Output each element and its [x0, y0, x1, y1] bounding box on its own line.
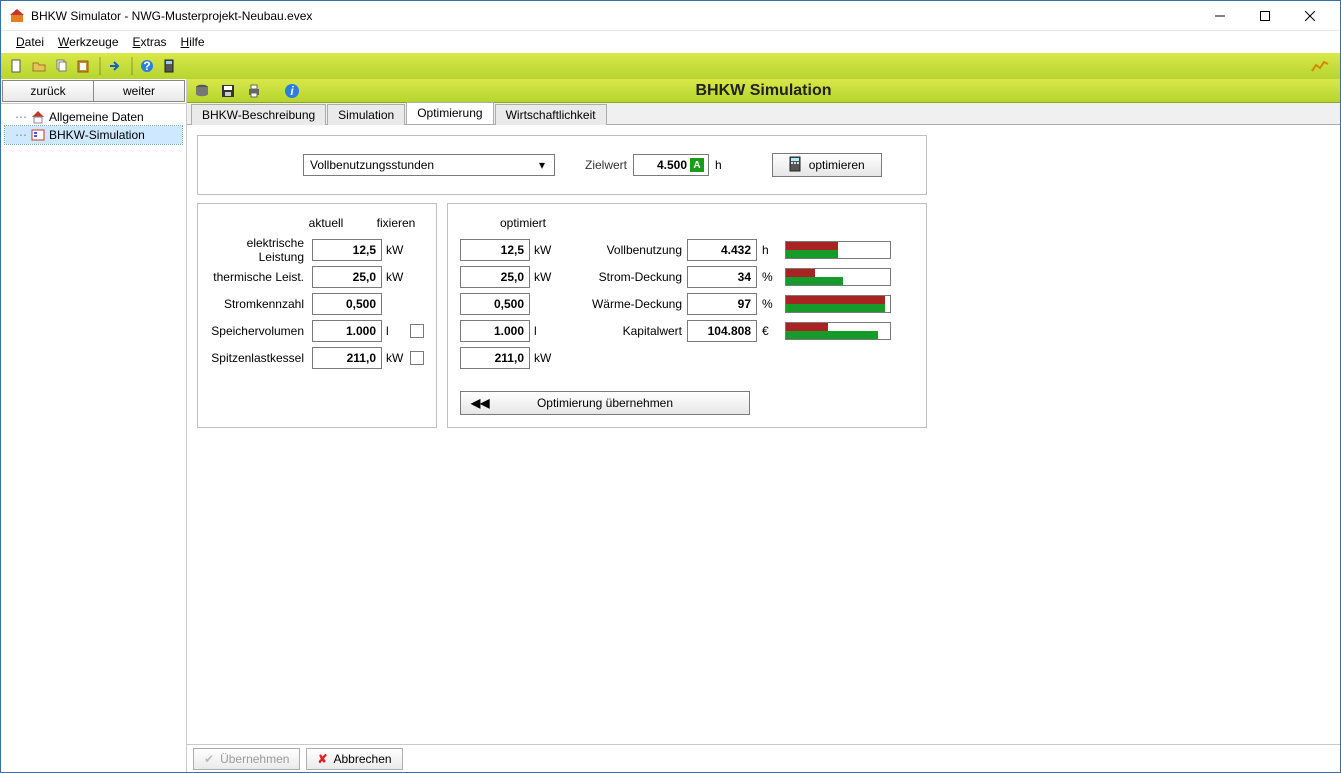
value-input[interactable]: 1.000: [312, 320, 382, 342]
header-optimiert: optimiert: [500, 216, 546, 230]
cancel-button[interactable]: ✘ Abbrechen: [306, 748, 402, 770]
tree-node-bhkw-simulation[interactable]: ⋯ BHKW-Simulation: [5, 126, 182, 144]
auto-badge-icon: A: [690, 158, 704, 172]
window-title: BHKW Simulator - NWG-Musterprojekt-Neuba…: [31, 9, 1197, 23]
result-value: 104.808: [687, 320, 757, 342]
calculator-icon[interactable]: [159, 56, 179, 76]
fix-checkbox[interactable]: [410, 351, 424, 365]
main-area: i BHKW Simulation BHKW-Beschreibung Simu…: [187, 79, 1340, 772]
comparison-bar: [785, 322, 891, 340]
db-icon[interactable]: [191, 81, 213, 101]
footer: ✔ Übernehmen ✘ Abbrechen: [187, 744, 1340, 772]
save-icon[interactable]: [217, 81, 239, 101]
forward-button[interactable]: weiter: [93, 80, 185, 102]
toolbar-separator: [99, 57, 101, 75]
tab-content: Vollbenutzungsstunden ▾ Zielwert 4.500 A…: [187, 125, 1340, 744]
result-value: 4.432: [687, 239, 757, 261]
opt-value: 25,0: [460, 266, 530, 288]
menu-werkzeuge[interactable]: Werkzeuge: [51, 33, 125, 51]
sidebar: zurück weiter ⋯ Allgemeine Daten ⋯ BHKW-…: [1, 79, 187, 772]
open-file-icon[interactable]: [29, 56, 49, 76]
info-icon[interactable]: i: [281, 81, 303, 101]
current-values-panel: aktuell fixieren elektrische Leistung 12…: [197, 203, 437, 428]
tree-node-label: BHKW-Simulation: [49, 128, 145, 142]
house-icon: [31, 110, 45, 124]
criteria-dropdown[interactable]: Vollbenutzungsstunden ▾: [303, 154, 555, 176]
comparison-bar: [785, 268, 891, 286]
minimize-button[interactable]: [1197, 2, 1242, 30]
value-input[interactable]: 211,0: [312, 347, 382, 369]
header-aktuell: aktuell: [298, 216, 354, 230]
back-button[interactable]: zurück: [2, 80, 94, 102]
opt-value: 0,500: [460, 293, 530, 315]
tree-node-label: Allgemeine Daten: [49, 110, 144, 124]
optimize-button[interactable]: optimieren: [772, 153, 882, 177]
maximize-button[interactable]: [1242, 2, 1287, 30]
menu-hilfe[interactable]: Hilfe: [174, 33, 212, 51]
value-input[interactable]: 25,0: [312, 266, 382, 288]
optimized-values-panel: optimiert 12,5kW 25,0kW 0,500 1.000l 211…: [447, 203, 927, 428]
zielwert-unit: h: [715, 158, 722, 172]
new-file-icon[interactable]: [7, 56, 27, 76]
opt-value: 211,0: [460, 347, 530, 369]
row-stromkennzahl: Stromkennzahl 0,500: [210, 290, 424, 317]
value-input[interactable]: 12,5: [312, 239, 382, 261]
dropdown-value: Vollbenutzungsstunden: [310, 158, 536, 172]
menubar: Datei Werkzeuge Extras Hilfe: [1, 31, 1340, 53]
tab-wirtschaftlichkeit[interactable]: Wirtschaftlichkeit: [495, 104, 607, 125]
tab-bhkw-beschreibung[interactable]: BHKW-Beschreibung: [191, 104, 326, 125]
tree-node-allgemeine-daten[interactable]: ⋯ Allgemeine Daten: [5, 108, 182, 126]
rewind-icon: ◀◀: [471, 396, 489, 410]
optimization-criteria-panel: Vollbenutzungsstunden ▾ Zielwert 4.500 A…: [197, 135, 927, 195]
comparison-bar: [785, 241, 891, 259]
zielwert-input[interactable]: 4.500 A: [633, 154, 709, 176]
export-icon[interactable]: [105, 56, 125, 76]
value-input[interactable]: 0,500: [312, 293, 382, 315]
fix-checkbox[interactable]: [410, 324, 424, 338]
check-icon: ✔: [204, 752, 214, 766]
apply-button[interactable]: ✔ Übernehmen: [193, 748, 300, 770]
module-icon: [31, 128, 45, 142]
header-fixieren: fixieren: [374, 216, 418, 230]
result-waerme-deckung: Wärme-Deckung 97 %: [590, 290, 914, 317]
app-icon: [9, 8, 25, 24]
copy-icon[interactable]: [51, 56, 71, 76]
print-icon[interactable]: [243, 81, 265, 101]
result-value: 97: [687, 293, 757, 315]
section-title: BHKW Simulation: [187, 82, 1340, 100]
zielwert-label: Zielwert: [585, 158, 627, 172]
comparison-bar: [785, 295, 891, 313]
toolbar-separator: [131, 57, 133, 75]
toolbar: ?: [1, 53, 1340, 79]
row-speichervolumen: Speichervolumen 1.000 l: [210, 317, 424, 344]
help-icon[interactable]: ?: [137, 56, 157, 76]
menu-extras[interactable]: Extras: [126, 33, 174, 51]
result-strom-deckung: Strom-Deckung 34 %: [590, 263, 914, 290]
tab-optimierung[interactable]: Optimierung: [406, 102, 493, 124]
svg-text:?: ?: [143, 59, 150, 73]
calc-small-icon: [789, 156, 801, 175]
row-spitzenlastkessel: Spitzenlastkessel 211,0 kW: [210, 344, 424, 371]
adopt-optimization-button[interactable]: ◀◀ Optimierung übernehmen: [460, 391, 750, 415]
result-kapitalwert: Kapitalwert 104.808 €: [590, 317, 914, 344]
paste-icon[interactable]: [73, 56, 93, 76]
cross-icon: ✘: [317, 752, 327, 766]
opt-value: 12,5: [460, 239, 530, 261]
result-value: 34: [687, 266, 757, 288]
tab-row: BHKW-Beschreibung Simulation Optimierung…: [187, 103, 1340, 125]
chart-icon[interactable]: [1310, 56, 1330, 76]
titlebar: BHKW Simulator - NWG-Musterprojekt-Neuba…: [1, 1, 1340, 31]
result-vollbenutzung: Vollbenutzung 4.432 h: [590, 236, 914, 263]
row-elektrische-leistung: elektrische Leistung 12,5 kW: [210, 236, 424, 263]
tab-simulation[interactable]: Simulation: [327, 104, 405, 125]
opt-value: 1.000: [460, 320, 530, 342]
menu-datei[interactable]: Datei: [9, 33, 51, 51]
section-header: i BHKW Simulation: [187, 79, 1340, 103]
close-button[interactable]: [1287, 2, 1332, 30]
chevron-down-icon: ▾: [536, 158, 548, 172]
row-thermische-leist: thermische Leist. 25,0 kW: [210, 263, 424, 290]
tree-view: ⋯ Allgemeine Daten ⋯ BHKW-Simulation: [1, 104, 186, 148]
